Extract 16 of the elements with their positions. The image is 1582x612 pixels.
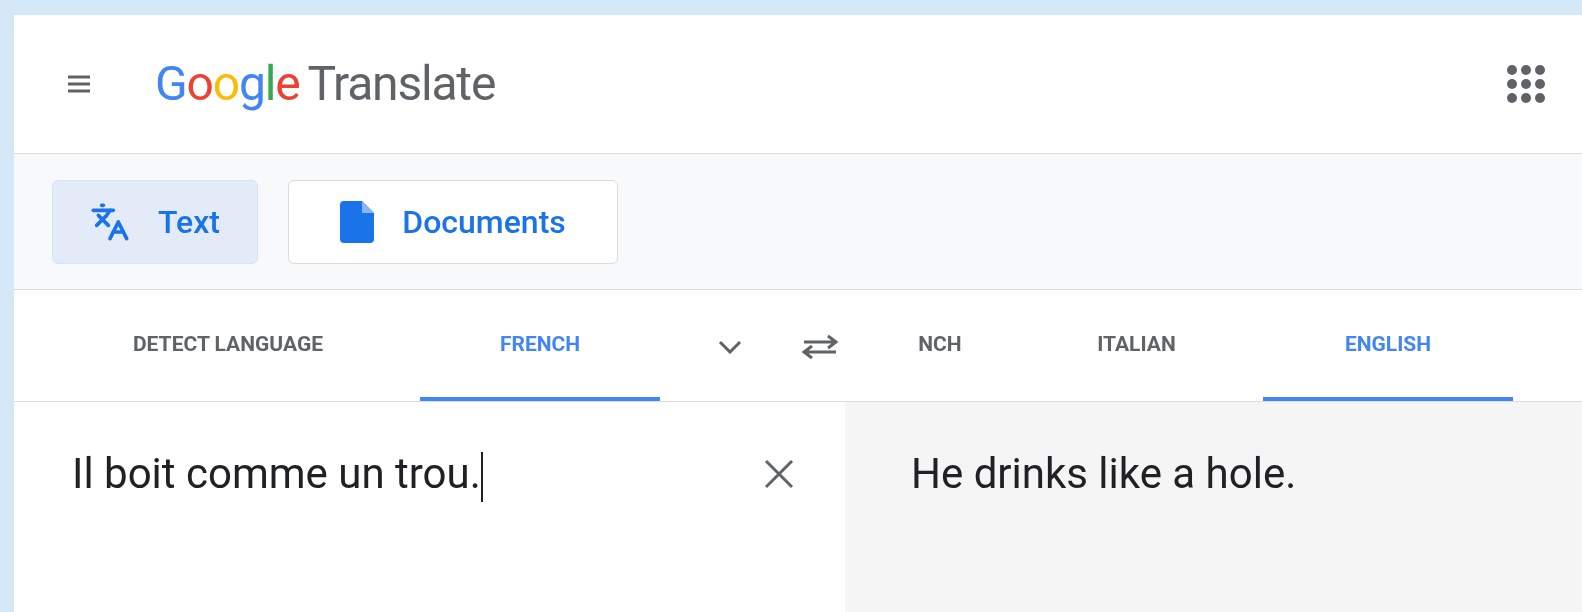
language-tab[interactable]: NCH — [870, 292, 1010, 401]
close-icon[interactable] — [763, 458, 795, 490]
mode-tab[interactable]: Documents — [288, 179, 618, 264]
translate-icon — [90, 201, 131, 242]
chevron-down-icon[interactable] — [718, 339, 742, 354]
apps-grid-icon[interactable] — [1506, 64, 1546, 104]
app-logo: Google Translate — [155, 54, 496, 114]
swap-icon[interactable] — [800, 333, 840, 360]
menu-icon[interactable] — [67, 75, 91, 93]
translated-text: He drinks like a hole. — [911, 448, 1298, 500]
document-icon — [340, 200, 375, 243]
language-tab[interactable]: DETECT LANGUAGE — [36, 292, 420, 401]
source-text-field[interactable]: Il boit comme un trou. — [72, 442, 763, 505]
mode-tab[interactable]: Text — [52, 179, 258, 264]
language-tab[interactable]: FRENCH — [420, 292, 660, 401]
language-tab[interactable]: ITALIAN — [1010, 292, 1263, 401]
